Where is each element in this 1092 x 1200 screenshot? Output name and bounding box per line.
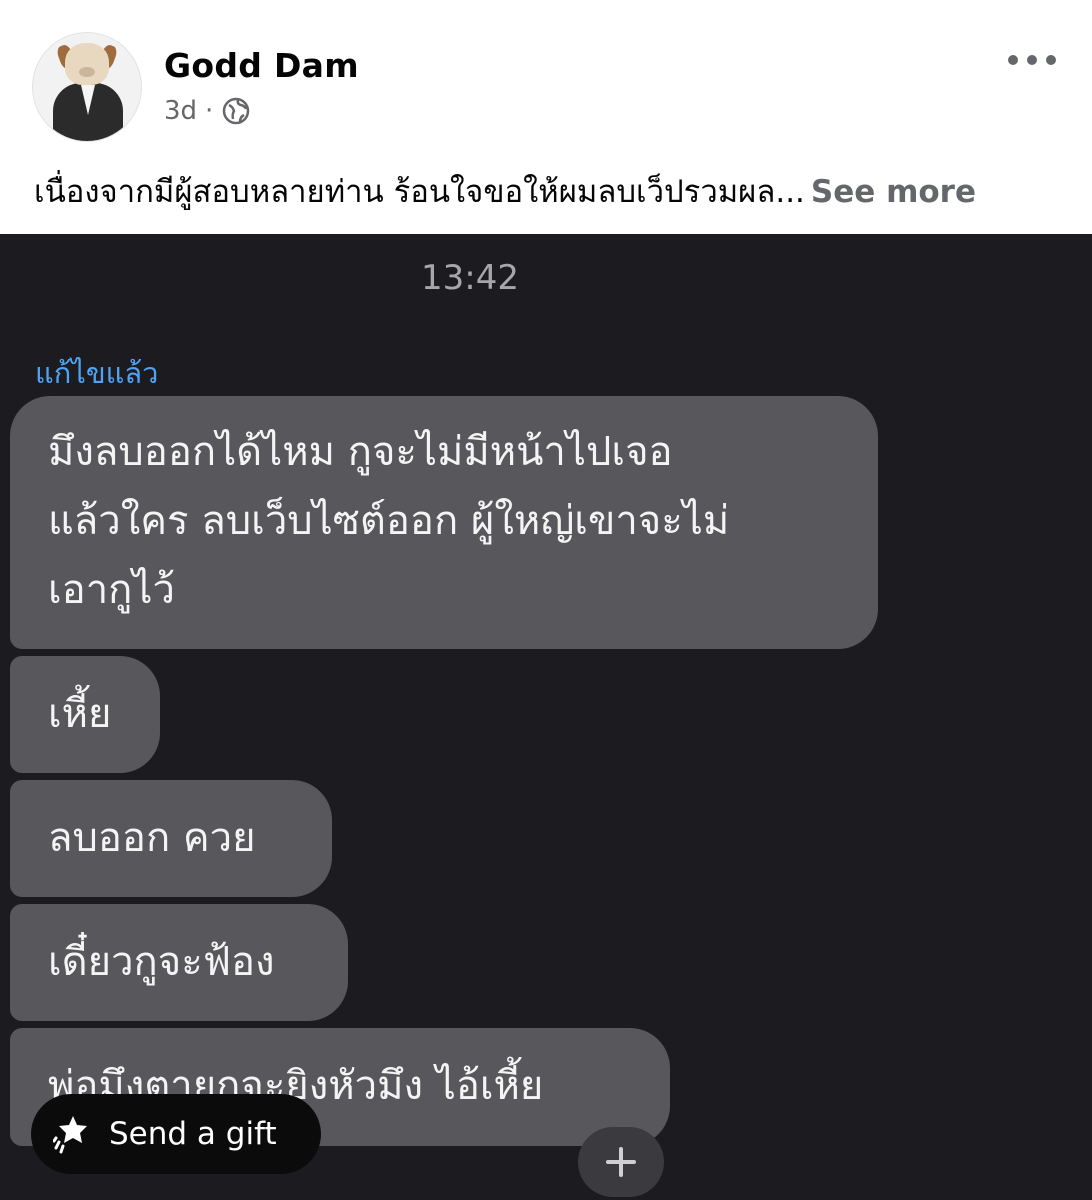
post-text: เนื่องจากมีผู้สอบหลายท่าน ร้อนใจขอให้ผมล… bbox=[34, 166, 976, 216]
add-button[interactable] bbox=[578, 1127, 664, 1197]
post-header: Godd Dam 3d · เนื่องจากมีผู้สอบหลายท่าน … bbox=[0, 0, 1092, 234]
edited-label: แก้ไขแล้ว bbox=[35, 356, 159, 390]
message-bubble: มึงลบออกได้ไหม กูจะไม่มีหน้าไปเจอ แล้วใค… bbox=[10, 396, 878, 649]
message-line: เอากูไว้ bbox=[48, 567, 175, 613]
post-meta: 3d · bbox=[164, 94, 251, 128]
message-line: เหี้ย bbox=[48, 691, 112, 737]
message-line: แล้วใคร ลบเว็บไซต์ออก ผู้ใหญ่เขาจะไม่ bbox=[48, 498, 730, 544]
avatar[interactable] bbox=[32, 32, 142, 142]
see-more-link[interactable]: See more bbox=[811, 174, 976, 210]
message-line: มึงลบออกได้ไหม กูจะไม่มีหน้าไปเจอ bbox=[48, 429, 673, 475]
chat-screenshot: 13:42 แก้ไขแล้ว มึงลบออกได้ไหม กูจะไม่มี… bbox=[0, 234, 1092, 1200]
message-line: ลบออก ควย bbox=[48, 815, 256, 861]
message-bubble: เดี๋ยวกูจะฟ้อง bbox=[10, 904, 348, 1021]
chat-timestamp: 13:42 bbox=[421, 258, 519, 298]
more-horizontal-icon[interactable] bbox=[1008, 48, 1056, 72]
message-line: เดี๋ยวกูจะฟ้อง bbox=[48, 939, 275, 985]
post-text-body: เนื่องจากมีผู้สอบหลายท่าน ร้อนใจขอให้ผมล… bbox=[34, 174, 805, 210]
message-bubble: เหี้ย bbox=[10, 656, 160, 773]
globe-icon[interactable] bbox=[221, 96, 251, 126]
message-bubble: ลบออก ควย bbox=[10, 780, 332, 897]
plus-icon bbox=[606, 1147, 636, 1177]
author-name[interactable]: Godd Dam bbox=[164, 46, 359, 85]
gift-star-icon bbox=[53, 1116, 87, 1154]
send-gift-label: Send a gift bbox=[109, 1116, 277, 1152]
send-gift-button[interactable]: Send a gift bbox=[31, 1094, 321, 1174]
meta-separator: · bbox=[205, 96, 214, 126]
post-time[interactable]: 3d bbox=[164, 96, 197, 126]
